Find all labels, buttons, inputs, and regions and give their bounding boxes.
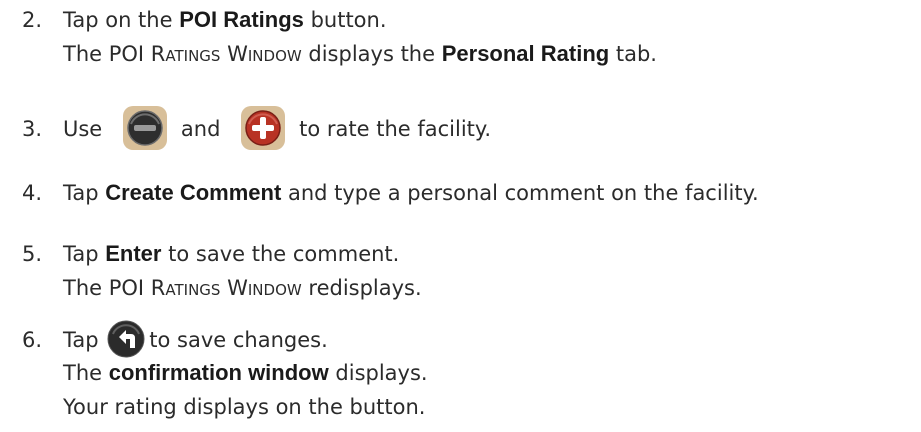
step-text: Tap [63, 328, 99, 352]
step-number: 6. [22, 328, 43, 352]
step-text: displays the [301, 42, 442, 66]
step-text: to save changes. [149, 328, 328, 352]
step-number: 3. [22, 117, 43, 141]
step-text: and [180, 117, 221, 141]
confirmation-window-label: confirmation window [108, 360, 329, 385]
step-5-line-1: 5. Tap Enter to save the comment. [22, 237, 921, 271]
window-name: Ratings Window [150, 276, 302, 300]
step-number: 2. [22, 8, 43, 32]
back-arrow-icon [107, 320, 145, 358]
step-6-line-3: Your rating displays on the button. [22, 390, 921, 424]
minus-circle-icon [122, 106, 167, 150]
step-text: tab. [609, 42, 657, 66]
poi-ratings-label: POI Ratings [179, 7, 304, 32]
step-2: 2. Tap on the POI Ratings button. The POI… [22, 3, 921, 71]
step-text: Tap [63, 181, 106, 205]
step-text: Use [63, 117, 103, 141]
step-5: 5. Tap Enter to save the comment. The POI… [22, 237, 921, 305]
step-text: and type a personal comment on the facil… [281, 181, 759, 205]
step-text: button. [303, 8, 387, 32]
step-6-line-1: 6. Tap to save changes. [22, 320, 921, 360]
step-text: Your rating displays on the button. [63, 395, 426, 419]
step-text: displays. [328, 361, 428, 385]
step-text: to rate the facility. [299, 117, 492, 141]
step-text: Tap on the [63, 8, 180, 32]
personal-rating-label: Personal Rating [441, 41, 610, 66]
window-name: Ratings Window [150, 42, 302, 66]
step-text: to save the comment. [161, 242, 400, 266]
step-6-line-2: The confirmation window displays. [22, 356, 921, 390]
step-6: 6. Tap to save changes. The confirmation … [22, 320, 921, 424]
step-3: 3. Use and to rate the facility. [22, 106, 921, 152]
step-text: redisplays. [301, 276, 422, 300]
step-text: The POI [63, 276, 151, 300]
step-number: 4. [22, 181, 43, 205]
step-number: 5. [22, 242, 43, 266]
create-comment-label: Create Comment [105, 180, 282, 205]
enter-label: Enter [105, 241, 162, 266]
plus-circle-icon [241, 106, 286, 150]
step-text: Tap [63, 242, 106, 266]
step-4: 4. Tap Create Comment and type a personal… [22, 176, 921, 210]
step-5-line-2: The POI Ratings Window redisplays. [22, 271, 921, 305]
step-text: The POI [63, 42, 151, 66]
step-2-line-2: The POI Ratings Window displays the Pers… [22, 37, 921, 71]
step-text: The [63, 361, 109, 385]
step-2-line-1: 2. Tap on the POI Ratings button. [22, 3, 921, 37]
